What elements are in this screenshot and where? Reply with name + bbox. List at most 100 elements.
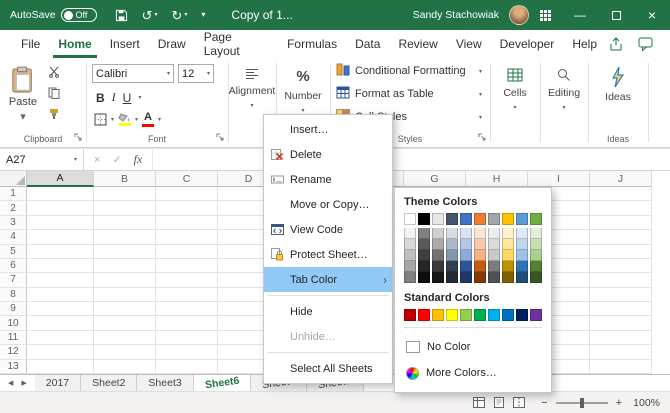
zoom-slider[interactable] bbox=[555, 397, 608, 408]
color-swatch[interactable] bbox=[432, 239, 444, 250]
color-swatch[interactable] bbox=[432, 228, 444, 239]
color-swatch[interactable] bbox=[502, 261, 514, 272]
color-swatch[interactable] bbox=[432, 261, 444, 272]
paste-button[interactable]: Paste ▾ bbox=[5, 63, 41, 129]
grid-cell[interactable] bbox=[27, 345, 94, 360]
cells-group[interactable]: Cells ▾ bbox=[490, 58, 540, 147]
row-header[interactable]: 8 bbox=[0, 287, 27, 302]
grid-cell[interactable] bbox=[27, 230, 94, 245]
row-header[interactable]: 13 bbox=[0, 359, 27, 374]
grid-cell[interactable] bbox=[156, 359, 218, 374]
color-swatch[interactable] bbox=[404, 250, 416, 261]
normal-view-button[interactable] bbox=[473, 397, 486, 408]
color-swatch[interactable] bbox=[446, 309, 458, 321]
underline-button[interactable]: U bbox=[123, 91, 132, 105]
color-swatch[interactable] bbox=[446, 239, 458, 250]
share-button[interactable] bbox=[608, 36, 624, 52]
context-menu-item[interactable]: Rename bbox=[264, 167, 392, 192]
color-swatch[interactable] bbox=[418, 309, 430, 321]
color-swatch[interactable] bbox=[530, 309, 542, 321]
color-swatch[interactable] bbox=[404, 272, 416, 283]
formula-input[interactable] bbox=[153, 149, 670, 170]
ribbon-tab[interactable]: Data bbox=[346, 30, 389, 58]
grid-cell[interactable] bbox=[590, 273, 652, 288]
row-header[interactable]: 3 bbox=[0, 215, 27, 231]
context-menu-item[interactable]: Insert… bbox=[264, 117, 392, 142]
fill-color-button[interactable] bbox=[118, 113, 131, 126]
zoom-in-button[interactable]: + bbox=[616, 397, 622, 409]
grid-cell[interactable] bbox=[590, 187, 652, 202]
color-swatch[interactable] bbox=[488, 309, 500, 321]
grid-cell[interactable] bbox=[27, 316, 94, 331]
grid-cell[interactable] bbox=[27, 287, 94, 302]
editing-group[interactable]: Editing ▾ bbox=[540, 58, 588, 147]
enter-button[interactable]: ✓ bbox=[112, 153, 121, 166]
chevron-down-icon[interactable]: ▾ bbox=[135, 116, 138, 123]
no-color-item[interactable]: No Color bbox=[404, 334, 542, 360]
page-break-view-button[interactable] bbox=[513, 397, 526, 408]
color-swatch[interactable] bbox=[502, 309, 514, 321]
color-swatch[interactable] bbox=[502, 250, 514, 261]
column-header[interactable]: I bbox=[528, 171, 590, 187]
cancel-button[interactable]: × bbox=[94, 154, 100, 166]
grid-cell[interactable] bbox=[94, 316, 156, 331]
grid-cell[interactable] bbox=[94, 359, 156, 374]
color-swatch[interactable] bbox=[404, 309, 416, 321]
grid-cell[interactable] bbox=[94, 215, 156, 231]
row-header[interactable]: 5 bbox=[0, 244, 27, 259]
color-swatch[interactable] bbox=[446, 272, 458, 283]
color-swatch[interactable] bbox=[460, 309, 472, 321]
color-swatch[interactable] bbox=[418, 239, 430, 250]
grid-cell[interactable] bbox=[27, 215, 94, 231]
color-swatch[interactable] bbox=[502, 272, 514, 283]
color-swatch[interactable] bbox=[516, 261, 528, 272]
color-swatch[interactable] bbox=[446, 261, 458, 272]
color-swatch[interactable] bbox=[446, 250, 458, 261]
color-swatch[interactable] bbox=[530, 239, 542, 250]
color-swatch[interactable] bbox=[432, 250, 444, 261]
context-menu-item[interactable]: View Code bbox=[264, 217, 392, 242]
color-swatch[interactable] bbox=[488, 228, 500, 239]
color-swatch[interactable] bbox=[432, 309, 444, 321]
font-color-button[interactable]: A bbox=[142, 112, 155, 127]
grid-cell[interactable] bbox=[156, 345, 218, 360]
grid-cell[interactable] bbox=[590, 359, 652, 374]
column-header[interactable]: J bbox=[590, 171, 652, 187]
color-swatch[interactable] bbox=[474, 228, 486, 239]
zoom-level[interactable]: 100% bbox=[630, 397, 660, 409]
grid-cell[interactable] bbox=[590, 244, 652, 259]
context-menu-item[interactable]: Protect Sheet… bbox=[264, 242, 392, 267]
color-swatch[interactable] bbox=[418, 228, 430, 239]
style-button[interactable]: Conditional Formatting ▾ bbox=[336, 63, 486, 79]
color-swatch[interactable] bbox=[474, 250, 486, 261]
font-size-combobox[interactable]: 12 ▾ bbox=[178, 64, 214, 83]
dialog-launcher-icon[interactable] bbox=[216, 132, 224, 144]
row-header[interactable]: 10 bbox=[0, 316, 27, 331]
color-swatch[interactable] bbox=[474, 261, 486, 272]
column-header[interactable]: A bbox=[27, 171, 94, 187]
color-swatch[interactable] bbox=[460, 228, 472, 239]
color-swatch[interactable] bbox=[474, 239, 486, 250]
page-layout-view-button[interactable] bbox=[493, 397, 505, 408]
color-swatch[interactable] bbox=[418, 272, 430, 283]
color-swatch[interactable] bbox=[530, 250, 542, 261]
ribbon-tab[interactable]: Review bbox=[389, 30, 446, 58]
format-painter-button[interactable] bbox=[48, 108, 60, 120]
color-swatch[interactable] bbox=[530, 272, 542, 283]
color-swatch[interactable] bbox=[418, 261, 430, 272]
cut-button[interactable] bbox=[48, 66, 60, 78]
ribbon-tab[interactable]: Formulas bbox=[278, 30, 346, 58]
color-swatch[interactable] bbox=[502, 213, 514, 225]
grid-cell[interactable] bbox=[156, 330, 218, 346]
grid-cell[interactable] bbox=[156, 302, 218, 317]
color-swatch[interactable] bbox=[488, 261, 500, 272]
color-swatch[interactable] bbox=[474, 272, 486, 283]
grid-cell[interactable] bbox=[27, 258, 94, 274]
close-button[interactable]: × bbox=[634, 0, 670, 30]
row-header[interactable]: 12 bbox=[0, 345, 27, 360]
grid-cell[interactable] bbox=[156, 244, 218, 259]
sheet-tab[interactable]: Sheet6 bbox=[193, 375, 252, 391]
ribbon-tab[interactable]: File bbox=[12, 30, 49, 58]
grid-cell[interactable] bbox=[590, 345, 652, 360]
ribbon-tab[interactable]: Help bbox=[563, 30, 606, 58]
